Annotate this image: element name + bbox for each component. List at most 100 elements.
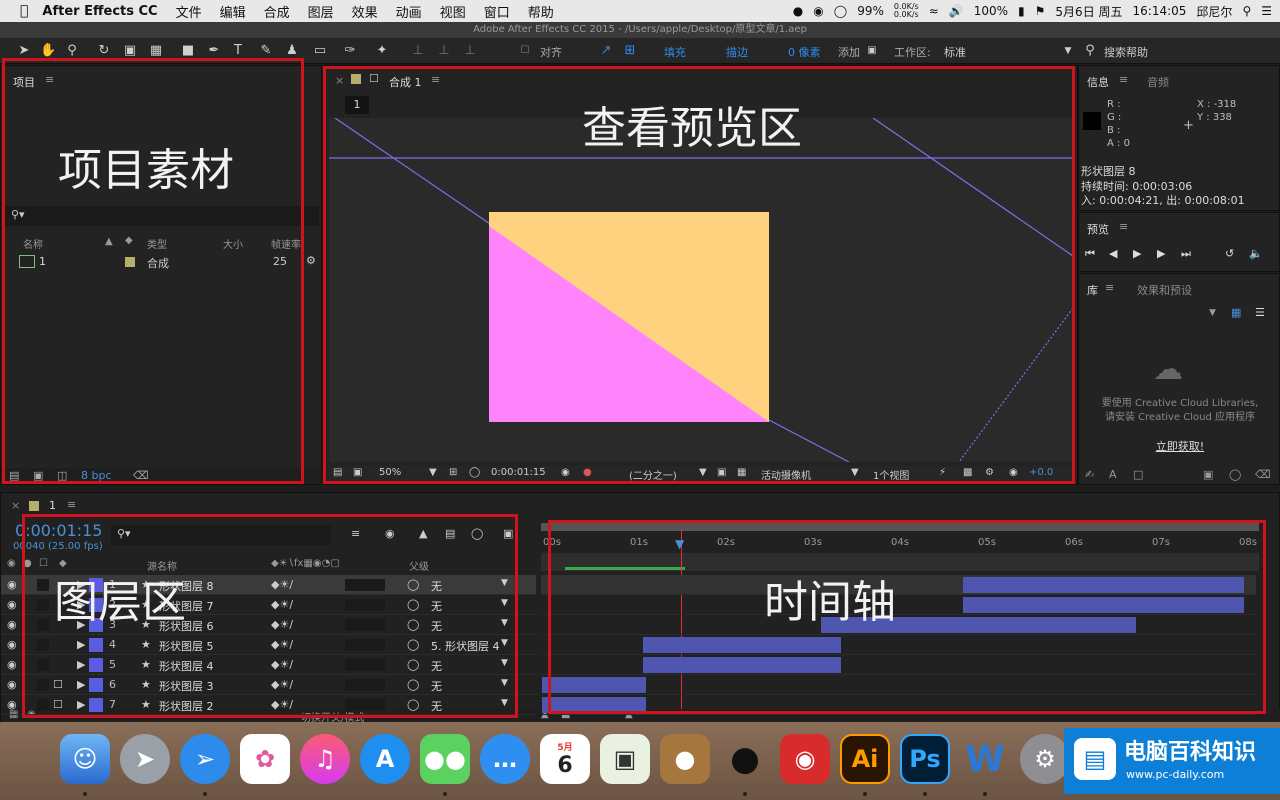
- date[interactable]: 5月6日 周五: [1055, 3, 1122, 20]
- menu-window[interactable]: 窗口: [484, 2, 510, 21]
- word-icon[interactable]: W: [960, 734, 1010, 784]
- timeline-tab[interactable]: 1: [49, 499, 56, 512]
- visibility-col-icon[interactable]: ◉: [7, 558, 16, 569]
- eye-icon[interactable]: ◉: [7, 598, 17, 611]
- first-frame-icon[interactable]: ⏮: [1085, 247, 1095, 261]
- menu-animation[interactable]: 动画: [396, 2, 422, 21]
- roto-brush-tool-icon[interactable]: ✑: [342, 43, 358, 59]
- workspace-select[interactable]: 标准: [944, 44, 966, 60]
- fill-label[interactable]: 填充: [664, 44, 686, 60]
- netease-music-icon[interactable]: ◉: [780, 734, 830, 784]
- eye-icon[interactable]: ◉: [7, 618, 17, 631]
- menu-help[interactable]: 帮助: [528, 2, 554, 21]
- brush-tool-icon[interactable]: ✎: [258, 43, 274, 59]
- itunes-icon[interactable]: ♫: [300, 734, 350, 784]
- menu-composition[interactable]: 合成: [264, 2, 290, 21]
- pan-behind-tool-icon[interactable]: ▦: [148, 43, 164, 59]
- illustrator-icon[interactable]: Ai: [840, 734, 890, 784]
- pen-tool-icon[interactable]: ✒: [206, 43, 222, 59]
- close-tab-icon[interactable]: ×: [11, 499, 20, 512]
- grid-view-icon[interactable]: ▦: [1231, 306, 1241, 319]
- flowchart-icon[interactable]: ⚙: [306, 254, 316, 267]
- menu-file[interactable]: 文件: [176, 2, 202, 21]
- calendar-icon[interactable]: 5月 6: [540, 734, 590, 784]
- play-icon[interactable]: ▶: [1133, 247, 1141, 260]
- library-tab[interactable]: 库: [1087, 282, 1098, 298]
- finder-icon[interactable]: ☺: [60, 734, 110, 784]
- align-checkbox-icon[interactable]: ☐: [517, 43, 533, 59]
- search-help-icon[interactable]: ⚲: [1082, 43, 1098, 59]
- apple-icon[interactable]: : [20, 3, 28, 19]
- menu-edit[interactable]: 编辑: [220, 2, 246, 21]
- menu-app-name[interactable]: After Effects CC: [42, 4, 157, 19]
- notification-icon[interactable]: ☰: [1261, 4, 1272, 18]
- search-help-input[interactable]: 搜索帮助: [1104, 44, 1148, 60]
- sync-icon[interactable]: ◯: [1229, 468, 1241, 481]
- qq-icon[interactable]: ●: [720, 734, 770, 784]
- volume-icon[interactable]: 🔊: [949, 4, 964, 18]
- stock-icon[interactable]: ▣: [1203, 468, 1213, 481]
- selection-tool-icon[interactable]: ➤: [16, 43, 32, 59]
- list-view-icon[interactable]: ☰: [1255, 306, 1265, 319]
- eye-icon[interactable]: ◉: [7, 578, 17, 591]
- messages-icon[interactable]: …: [480, 734, 530, 784]
- eye-icon[interactable]: ◉: [7, 658, 17, 671]
- eye-icon[interactable]: ◉: [7, 698, 17, 711]
- app-store-icon[interactable]: A: [360, 734, 410, 784]
- text-tool-icon[interactable]: T: [230, 43, 246, 59]
- workspace-dropdown-icon[interactable]: ▼: [1060, 43, 1076, 59]
- eraser-tool-icon[interactable]: ▭: [312, 43, 328, 59]
- hand-tool-icon[interactable]: ✋: [40, 43, 56, 59]
- library-dropdown-icon[interactable]: ▼: [1209, 308, 1216, 318]
- menu-layer[interactable]: 图层: [308, 2, 334, 21]
- menu-view[interactable]: 视图: [440, 2, 466, 21]
- system-preferences-icon[interactable]: ⚙: [1020, 734, 1070, 784]
- flag-icon[interactable]: ⚑: [1035, 4, 1046, 18]
- camera-tool-icon[interactable]: ▣: [122, 43, 138, 59]
- add-text-icon[interactable]: A: [1109, 468, 1117, 481]
- safari-icon[interactable]: ➢: [180, 734, 230, 784]
- zoom-tool-icon[interactable]: ⚲: [64, 43, 80, 59]
- clone-tool-icon[interactable]: ♟: [284, 43, 300, 59]
- audio-tab[interactable]: 音频: [1147, 74, 1169, 90]
- add-button-icon[interactable]: ▣: [864, 43, 880, 59]
- launchpad-icon[interactable]: ➤: [120, 734, 170, 784]
- add-color-icon[interactable]: □: [1133, 468, 1143, 481]
- rotate-tool-icon[interactable]: ↻: [96, 43, 112, 59]
- panel-menu-icon[interactable]: ≡: [1105, 281, 1114, 294]
- photos-icon[interactable]: ✿: [240, 734, 290, 784]
- panel-menu-icon[interactable]: ≡: [1119, 73, 1128, 86]
- photoshop-icon[interactable]: Ps: [900, 734, 950, 784]
- user-name[interactable]: 邱尼尔: [1196, 3, 1232, 20]
- view-axis-icon[interactable]: ⊥: [462, 43, 478, 59]
- preview-tab[interactable]: 预览: [1087, 221, 1109, 237]
- next-frame-icon[interactable]: ▶: [1157, 247, 1165, 260]
- eye-icon[interactable]: ◉: [7, 638, 17, 651]
- wechat-icon[interactable]: ●●: [420, 734, 470, 784]
- stroke-width[interactable]: 0 像素: [788, 44, 821, 60]
- wifi-icon[interactable]: ≈: [929, 4, 939, 18]
- info-tab[interactable]: 信息: [1087, 74, 1109, 90]
- effects-presets-tab[interactable]: 效果和预设: [1137, 282, 1192, 298]
- get-it-link[interactable]: 立即获取!: [1079, 438, 1280, 454]
- preview-app-icon[interactable]: ▣: [600, 734, 650, 784]
- spotlight-icon[interactable]: ⚲: [1242, 4, 1251, 18]
- local-axis-icon[interactable]: ⊥: [410, 43, 426, 59]
- add-graphic-icon[interactable]: ✍: [1085, 468, 1094, 481]
- prev-frame-icon[interactable]: ◀: [1109, 247, 1117, 260]
- qq-status-icon[interactable]: ●: [793, 4, 803, 18]
- audio-icon[interactable]: 🔈: [1249, 247, 1263, 260]
- sync-icon[interactable]: ◯: [834, 4, 847, 18]
- snap-options-icon[interactable]: ⊞: [622, 43, 638, 59]
- trash-icon[interactable]: ⌫: [1255, 468, 1271, 481]
- rectangle-tool-icon[interactable]: ■: [180, 43, 196, 59]
- contacts-icon[interactable]: ●: [660, 734, 710, 784]
- snap-icon[interactable]: ↗: [598, 43, 614, 59]
- loop-icon[interactable]: ↺: [1225, 247, 1234, 260]
- clock[interactable]: 16:14:05: [1133, 4, 1187, 18]
- panel-menu-icon[interactable]: ≡: [1119, 220, 1128, 233]
- puppet-tool-icon[interactable]: ✦: [374, 43, 390, 59]
- wechat-status-icon[interactable]: ◉: [813, 4, 823, 18]
- world-axis-icon[interactable]: ⊥: [436, 43, 452, 59]
- eye-icon[interactable]: ◉: [7, 678, 17, 691]
